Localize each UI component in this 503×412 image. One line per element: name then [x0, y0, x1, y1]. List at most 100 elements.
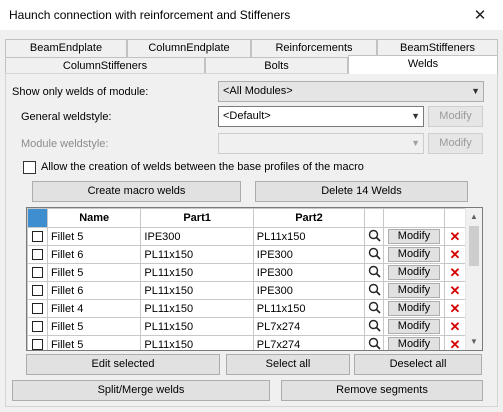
row-select-cell[interactable]	[27, 299, 48, 318]
allow-welds-checkbox[interactable]	[23, 161, 36, 174]
delete-icon[interactable]: ✕	[450, 247, 461, 262]
row-checkbox[interactable]	[31, 339, 43, 350]
zoom-cell[interactable]	[364, 299, 385, 318]
zoom-cell[interactable]	[364, 245, 385, 264]
weld-name-cell: Fillet 6	[46, 245, 142, 264]
table-row[interactable]: Fillet 6 PL11x150 IPE300 Modify ✕	[27, 245, 467, 264]
row-select-cell[interactable]	[27, 281, 48, 300]
delete-cell[interactable]: ✕	[443, 227, 467, 246]
part2-cell: IPE300	[252, 245, 366, 264]
magnifier-icon[interactable]	[368, 229, 381, 242]
modify-cell: Modify	[383, 245, 445, 264]
row-modify-button[interactable]: Modify	[387, 337, 440, 350]
row-modify-button[interactable]: Modify	[387, 319, 440, 334]
split-merge-welds-button[interactable]: Split/Merge welds	[12, 380, 270, 401]
select-all-button[interactable]: Select all	[226, 354, 350, 375]
magnifier-icon[interactable]	[368, 247, 381, 260]
modify-cell: Modify	[383, 281, 445, 300]
row-checkbox[interactable]	[31, 267, 43, 279]
row-select-cell[interactable]	[27, 317, 48, 336]
row-modify-button[interactable]: Modify	[387, 229, 440, 244]
part2-cell: IPE300	[252, 281, 366, 300]
delete-icon[interactable]: ✕	[450, 283, 461, 298]
modify-cell: Modify	[383, 227, 445, 246]
close-icon[interactable]: ✕	[457, 0, 503, 30]
table-row[interactable]: Fillet 5 PL11x150 IPE300 Modify ✕	[27, 263, 467, 282]
row-select-cell[interactable]	[27, 245, 48, 264]
magnifier-icon[interactable]	[368, 301, 381, 314]
general-weldstyle-modify-button[interactable]: Modify	[428, 106, 483, 127]
table-row[interactable]: Fillet 6 PL11x150 IPE300 Modify ✕	[27, 281, 467, 300]
module-weldstyle-modify-button[interactable]: Modify	[428, 133, 483, 154]
column-header-modify	[383, 208, 445, 228]
zoom-cell[interactable]	[364, 335, 385, 350]
part2-cell: PL7x274	[252, 317, 366, 336]
delete-cell[interactable]: ✕	[443, 245, 467, 264]
column-header-part1[interactable]: Part1	[140, 208, 254, 228]
row-modify-button[interactable]: Modify	[387, 283, 440, 298]
part1-cell: PL11x150	[140, 317, 254, 336]
magnifier-icon[interactable]	[368, 265, 381, 278]
delete-cell[interactable]: ✕	[443, 317, 467, 336]
magnifier-icon[interactable]	[368, 337, 381, 350]
row-modify-button[interactable]: Modify	[387, 301, 440, 316]
scroll-down-icon[interactable]: ▼	[466, 333, 482, 350]
part2-cell: PL11x150	[252, 299, 366, 318]
table-row[interactable]: Fillet 5 IPE300 PL11x150 Modify ✕	[27, 227, 467, 246]
magnifier-icon[interactable]	[368, 283, 381, 296]
row-select-cell[interactable]	[27, 263, 48, 282]
tab-columnendplate[interactable]: ColumnEndplate	[127, 39, 251, 57]
delete-icon[interactable]: ✕	[450, 319, 461, 334]
select-all-header[interactable]	[27, 208, 48, 228]
delete-icon[interactable]: ✕	[450, 337, 461, 351]
zoom-cell[interactable]	[364, 317, 385, 336]
module-weldstyle-select[interactable]: ▼	[218, 133, 424, 154]
allow-welds-label: Allow the creation of welds between the …	[41, 161, 364, 173]
delete-welds-button[interactable]: Delete 14 Welds	[255, 181, 468, 202]
chevron-down-icon: ▼	[411, 111, 420, 121]
delete-cell[interactable]: ✕	[443, 335, 467, 351]
row-checkbox[interactable]	[31, 249, 43, 261]
part1-cell: PL11x150	[140, 299, 254, 318]
edit-selected-button[interactable]: Edit selected	[26, 354, 220, 375]
zoom-cell[interactable]	[364, 227, 385, 246]
column-header-name[interactable]: Name	[46, 208, 142, 228]
scroll-thumb[interactable]	[469, 226, 479, 266]
delete-icon[interactable]: ✕	[450, 229, 461, 244]
zoom-cell[interactable]	[364, 263, 385, 282]
remove-segments-button[interactable]: Remove segments	[281, 380, 483, 401]
scroll-up-icon[interactable]: ▲	[466, 208, 482, 225]
row-modify-button[interactable]: Modify	[387, 247, 440, 262]
column-header-zoom	[364, 208, 385, 228]
row-checkbox[interactable]	[31, 285, 43, 297]
row-checkbox[interactable]	[31, 231, 43, 243]
modify-cell: Modify	[383, 335, 445, 350]
magnifier-icon[interactable]	[368, 319, 381, 332]
general-weldstyle-select[interactable]: <Default> ▼	[218, 106, 424, 127]
weld-name-cell: Fillet 4	[46, 299, 142, 318]
table-row[interactable]: Fillet 5 PL11x150 PL7x274 Modify ✕	[27, 317, 467, 336]
row-checkbox[interactable]	[31, 321, 43, 333]
delete-cell[interactable]: ✕	[443, 281, 467, 300]
create-macro-welds-button[interactable]: Create macro welds	[32, 181, 241, 202]
row-select-cell[interactable]	[27, 227, 48, 246]
part1-cell: PL11x150	[140, 245, 254, 264]
tab-beamendplate[interactable]: BeamEndplate	[5, 39, 127, 57]
delete-cell[interactable]: ✕	[443, 263, 467, 282]
row-checkbox[interactable]	[31, 303, 43, 315]
table-scrollbar[interactable]: ▲ ▼	[465, 208, 482, 350]
chevron-down-icon: ▼	[471, 86, 480, 96]
delete-cell[interactable]: ✕	[443, 299, 467, 318]
delete-icon[interactable]: ✕	[450, 265, 461, 280]
module-filter-select[interactable]: <All Modules> ▼	[218, 81, 484, 102]
table-row[interactable]: Fillet 5 PL11x150 PL7x274 Modify ✕	[27, 335, 467, 351]
row-select-cell[interactable]	[27, 335, 48, 350]
deselect-all-button[interactable]: Deselect all	[354, 354, 482, 375]
part2-cell: IPE300	[252, 263, 366, 282]
zoom-cell[interactable]	[364, 281, 385, 300]
tab-welds[interactable]: Welds	[348, 55, 498, 74]
column-header-part2[interactable]: Part2	[252, 208, 366, 228]
table-row[interactable]: Fillet 4 PL11x150 PL11x150 Modify ✕	[27, 299, 467, 318]
row-modify-button[interactable]: Modify	[387, 265, 440, 280]
delete-icon[interactable]: ✕	[450, 301, 461, 316]
